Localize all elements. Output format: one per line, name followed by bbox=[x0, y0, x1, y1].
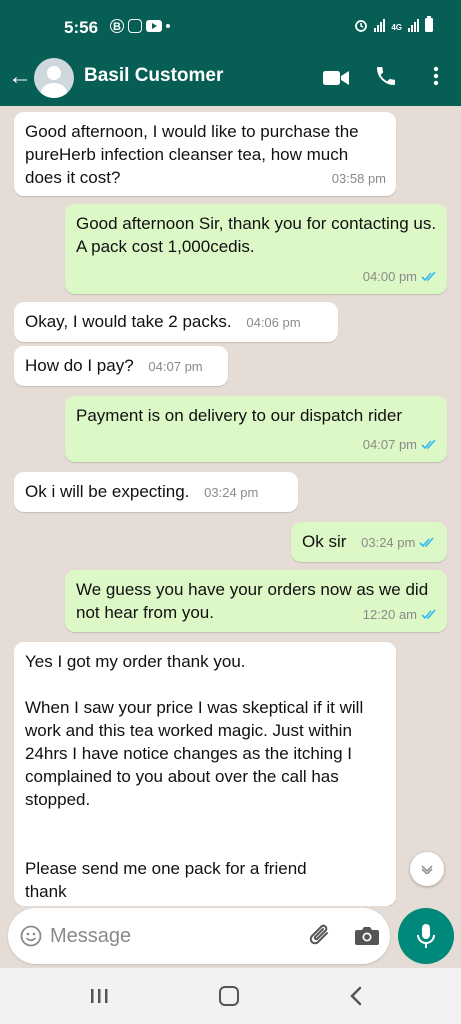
instagram-icon bbox=[128, 19, 142, 33]
mic-icon bbox=[417, 924, 435, 948]
message-time: 12:20 am bbox=[362, 607, 417, 622]
signal-icon bbox=[374, 18, 386, 32]
message-time: 04:07 pm bbox=[362, 437, 417, 452]
message-text: Good afternoon Sir, thank you for contac… bbox=[76, 214, 437, 256]
camera-icon[interactable] bbox=[354, 925, 380, 947]
message-outgoing[interactable]: Ok sir 03:24 pm bbox=[291, 522, 447, 562]
message-meta: 12:20 am bbox=[363, 603, 437, 626]
message-incoming[interactable]: How do I pay? 04:07 pm bbox=[14, 346, 228, 386]
status-time: 5:56 bbox=[64, 18, 99, 37]
read-ticks-icon bbox=[421, 439, 436, 450]
chevron-down-icon bbox=[421, 865, 433, 874]
mic-button[interactable] bbox=[398, 908, 454, 964]
read-ticks-icon bbox=[421, 271, 436, 282]
avatar-head bbox=[47, 66, 61, 80]
nav-back-icon[interactable] bbox=[348, 986, 364, 1006]
message-meta: 03:58 pm bbox=[332, 167, 386, 190]
message-meta: 03:24 pm bbox=[361, 531, 435, 554]
message-incoming[interactable]: Ok i will be expecting. 03:24 pm bbox=[14, 472, 298, 512]
message-input-bar bbox=[0, 906, 461, 968]
more-options-icon[interactable] bbox=[426, 64, 446, 88]
chat-area[interactable]: Good afternoon, I would like to purchase… bbox=[0, 106, 461, 906]
message-outgoing[interactable]: Payment is on delivery to our dispatch r… bbox=[65, 396, 447, 462]
message-time: 03:24 pm bbox=[204, 485, 259, 500]
youtube-icon bbox=[146, 20, 162, 32]
message-meta: 04:07 pm bbox=[363, 433, 437, 456]
message-meta: 04:07 pm bbox=[148, 355, 202, 378]
scroll-to-bottom-button[interactable] bbox=[410, 852, 444, 886]
video-call-icon[interactable] bbox=[322, 68, 350, 88]
message-text: Ok i will be expecting. bbox=[25, 482, 190, 501]
message-input-container[interactable] bbox=[8, 908, 390, 964]
notification-b-icon: B bbox=[110, 19, 124, 33]
phone-icon[interactable] bbox=[374, 64, 398, 88]
home-icon[interactable] bbox=[219, 986, 239, 1006]
message-meta: 04:06 pm bbox=[246, 311, 300, 334]
message-text: How do I pay? bbox=[25, 356, 134, 375]
battery-icon bbox=[425, 16, 433, 32]
alarm-icon bbox=[355, 20, 368, 32]
message-time: 04:00 pm bbox=[362, 269, 417, 284]
signal-2-icon bbox=[408, 18, 419, 32]
message-text: Okay, I would take 2 packs. bbox=[25, 312, 232, 331]
avatar[interactable] bbox=[34, 58, 74, 98]
avatar-body bbox=[41, 83, 67, 98]
read-ticks-icon bbox=[421, 609, 436, 620]
network-type: 4G bbox=[391, 23, 402, 32]
contact-name[interactable]: Basil Customer bbox=[84, 65, 223, 87]
message-meta: 03:24 pm bbox=[204, 481, 258, 504]
status-bar: 5:56 B 4G bbox=[0, 0, 461, 52]
message-incoming[interactable]: Good afternoon, I would like to purchase… bbox=[14, 112, 396, 196]
chat-header: ← Basil Customer bbox=[0, 52, 461, 106]
message-incoming[interactable]: Okay, I would take 2 packs. 04:06 pm bbox=[14, 302, 338, 342]
message-text: Ok sir bbox=[302, 532, 347, 551]
message-time: 03:24 pm bbox=[361, 535, 416, 550]
message-outgoing[interactable]: Good afternoon Sir, thank you for contac… bbox=[65, 204, 447, 294]
attach-icon[interactable] bbox=[308, 922, 334, 950]
message-meta: 04:00 pm bbox=[363, 265, 437, 288]
message-text: Payment is on delivery to our dispatch r… bbox=[76, 406, 402, 425]
back-arrow-icon[interactable]: ← bbox=[8, 64, 32, 90]
message-time: 04:06 pm bbox=[246, 315, 301, 330]
status-system-icons: 4G bbox=[354, 16, 433, 32]
status-notifications: B bbox=[110, 19, 170, 33]
emoji-icon[interactable] bbox=[20, 925, 42, 947]
recent-apps-icon[interactable] bbox=[88, 988, 110, 1004]
message-outgoing[interactable]: We guess you have your orders now as we … bbox=[65, 570, 447, 632]
system-nav-bar bbox=[0, 968, 461, 1024]
message-time: 03:58 pm bbox=[331, 171, 386, 186]
message-input[interactable] bbox=[50, 920, 290, 952]
message-text: Yes I got my order thank you. When I saw… bbox=[25, 652, 364, 901]
more-notifications-icon bbox=[166, 24, 170, 28]
message-incoming[interactable]: Yes I got my order thank you. When I saw… bbox=[14, 642, 396, 906]
read-ticks-icon bbox=[419, 537, 434, 548]
message-time: 04:07 pm bbox=[148, 359, 203, 374]
